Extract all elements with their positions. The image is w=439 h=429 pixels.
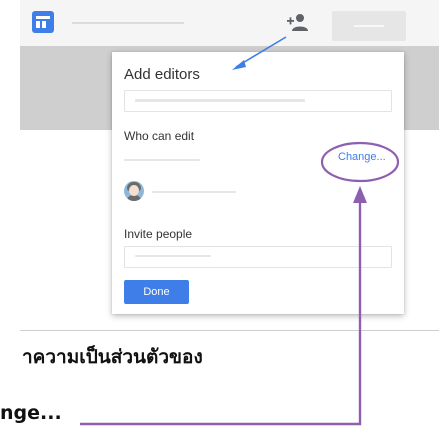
done-button[interactable]: Done (124, 280, 189, 304)
user-avatar-icon (124, 181, 144, 201)
caption-line-1: าความเป็นส่วนตัวของ (22, 346, 203, 368)
privacy-setting-placeholder (124, 159, 200, 161)
dialog-title: Add editors (124, 66, 200, 83)
send-button-placeholder[interactable] (332, 11, 406, 41)
app-header (20, 0, 439, 46)
owner-name-placeholder (152, 191, 236, 193)
change-link[interactable]: Change... (338, 151, 386, 163)
document-title-placeholder[interactable] (72, 22, 184, 24)
add-editors-dialog: Add editors Who can edit Change... Invit… (112, 52, 404, 314)
who-can-edit-label: Who can edit (124, 129, 195, 143)
caption-line-2: nge... (0, 402, 62, 424)
tutorial-scene: ู ู้ Add editors Who can edit Change... (0, 0, 439, 429)
forms-logo-icon[interactable] (32, 11, 54, 33)
link-field[interactable] (124, 90, 392, 112)
invite-people-label: Invite people (124, 227, 193, 241)
invite-placeholder (135, 255, 211, 257)
link-placeholder (135, 99, 305, 102)
invite-people-input[interactable] (124, 246, 392, 268)
person-add-icon[interactable] (285, 12, 311, 34)
